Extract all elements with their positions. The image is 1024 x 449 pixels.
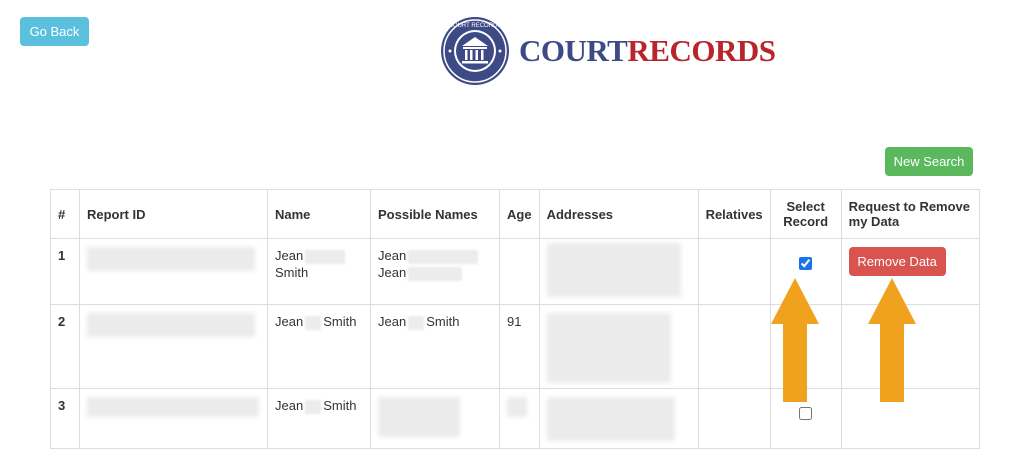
relatives-cell [697, 388, 771, 449]
logo-court-text: COURT [519, 33, 628, 68]
arrow-up-icon [868, 278, 916, 402]
table-header-row: # Report ID Name Possible Names Age Addr… [50, 189, 980, 239]
report-id-cell [79, 238, 268, 305]
name-last: Smith [323, 398, 357, 413]
col-header-possible-names: Possible Names [370, 189, 500, 239]
possible-name-first: Jean [378, 314, 407, 329]
redacted-report-id [87, 247, 255, 271]
col-header-remove-data: Request to Remove my Data [840, 189, 980, 239]
name-first: Jean [275, 248, 304, 263]
age-cell [499, 388, 540, 449]
name-cell: Jean Smith [267, 304, 371, 389]
age-cell: 91 [499, 304, 540, 389]
results-table: # Report ID Name Possible Names Age Addr… [50, 189, 980, 449]
redacted-possible-name [408, 249, 479, 264]
redacted-address [546, 243, 681, 297]
name-last: Smith [275, 265, 309, 280]
possible-names-cell [370, 388, 500, 449]
report-id-cell [79, 304, 268, 389]
select-record-checkbox[interactable] [799, 257, 813, 270]
addresses-cell [538, 238, 699, 305]
possible-names-cell: Jean Jean [370, 238, 500, 305]
redacted-possible-name [408, 315, 425, 330]
possible-names-cell: Jean Smith [370, 304, 500, 389]
possible-name: Jean [378, 248, 407, 263]
name-first: Jean [275, 398, 304, 413]
court-seal-icon: COURT RECORDS [441, 17, 509, 85]
redacted-possible-names [378, 397, 460, 437]
remove-data-button[interactable]: Remove Data [848, 247, 946, 276]
col-header-relatives: Relatives [697, 189, 771, 239]
name-cell: Jean Smith [267, 388, 371, 449]
col-header-select-record: Select Record [769, 189, 842, 239]
table-row: 1 Jean Smith Jean Jean Remove Data [50, 238, 980, 305]
logo-wordmark: COURTRECORDS [519, 33, 776, 69]
new-search-button[interactable]: New Search [885, 147, 973, 176]
redacted-middle-name [305, 399, 322, 414]
row-number: 2 [50, 304, 80, 389]
relatives-cell [697, 238, 771, 305]
relatives-cell [697, 304, 771, 389]
age-cell [499, 238, 540, 305]
redacted-age [507, 397, 527, 417]
addresses-cell [538, 304, 699, 389]
table-row: 2 Jean Smith Jean Smith 91 [50, 304, 980, 389]
redacted-middle-name [305, 315, 322, 330]
row-number: 3 [50, 388, 80, 449]
redacted-possible-name [408, 266, 463, 281]
row-number: 1 [50, 238, 80, 305]
col-header-name: Name [267, 189, 371, 239]
col-header-age: Age [499, 189, 540, 239]
report-id-cell [79, 388, 268, 449]
redacted-address [546, 397, 675, 441]
possible-name: Jean [378, 265, 407, 280]
redacted-middle-name [305, 249, 346, 264]
name-last: Smith [323, 314, 357, 329]
svg-text:COURT RECORDS: COURT RECORDS [449, 23, 502, 29]
redacted-report-id [87, 397, 259, 417]
addresses-cell [538, 388, 699, 449]
name-cell: Jean Smith [267, 238, 371, 305]
possible-name-last: Smith [426, 314, 460, 329]
col-header-num: # [50, 189, 80, 239]
select-record-checkbox[interactable] [799, 407, 813, 420]
go-back-button[interactable]: Go Back [20, 17, 89, 46]
col-header-report-id: Report ID [79, 189, 268, 239]
table-row: 3 Jean Smith [50, 388, 980, 449]
redacted-report-id [87, 313, 255, 337]
arrow-up-icon [771, 278, 819, 402]
name-first: Jean [275, 314, 304, 329]
court-records-logo: COURT RECORDS COURTRECORDS [440, 16, 780, 86]
redacted-address [546, 313, 671, 383]
logo-records-text: RECORDS [627, 33, 776, 68]
col-header-addresses: Addresses [538, 189, 699, 239]
